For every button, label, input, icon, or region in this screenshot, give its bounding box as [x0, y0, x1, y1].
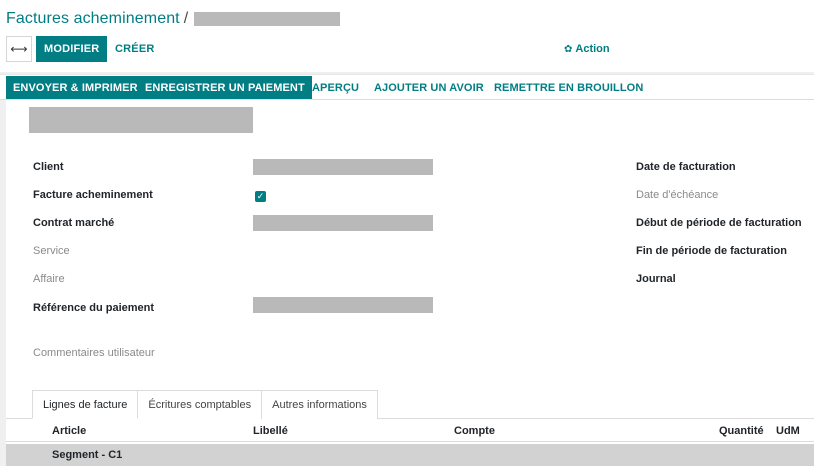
- column-uom[interactable]: UdM: [776, 420, 800, 442]
- tab-other-info[interactable]: Autres informations: [261, 390, 378, 419]
- payment-reference-value-redacted[interactable]: [253, 297, 433, 313]
- column-account[interactable]: Compte: [454, 420, 495, 442]
- column-quantity[interactable]: Quantité: [719, 420, 764, 442]
- expand-toggle-button[interactable]: ⟷: [6, 36, 32, 62]
- tab-invoice-lines[interactable]: Lignes de facture: [32, 390, 139, 419]
- billing-period-start-label: Début de période de facturation: [636, 217, 802, 229]
- user-comments-label: Commentaires utilisateur: [33, 347, 155, 359]
- business-label: Affaire: [33, 273, 65, 285]
- section-label: Segment - C1: [52, 449, 123, 461]
- billing-period-end-label: Fin de période de facturation: [636, 245, 787, 257]
- edit-button[interactable]: MODIFIER: [36, 36, 108, 62]
- register-payment-button[interactable]: ENREGISTRER UN PAIEMENT: [138, 76, 312, 99]
- preview-button[interactable]: APERÇU: [312, 76, 359, 99]
- action-dropdown[interactable]: ✿ Action: [564, 36, 610, 62]
- breadcrumb-separator: /: [183, 10, 189, 27]
- control-panel: Factures acheminement / ⟷ MODIFIER CRÉER…: [0, 0, 814, 72]
- routing-invoice-checkbox[interactable]: ✓: [255, 191, 266, 202]
- breadcrumb-parent-link[interactable]: Factures acheminement: [6, 10, 180, 28]
- column-label[interactable]: Libellé: [253, 420, 288, 442]
- control-panel-buttons: ⟷ MODIFIER CRÉER ✿ Action: [0, 36, 814, 62]
- service-label: Service: [33, 245, 70, 257]
- journal-label: Journal: [636, 273, 676, 285]
- invoice-number-redacted: [29, 107, 253, 133]
- breadcrumb-record-name-redacted: [194, 12, 341, 26]
- market-contract-value-redacted[interactable]: [253, 215, 433, 231]
- create-button[interactable]: CRÉER: [115, 36, 155, 62]
- payment-reference-label: Référence du paiement: [33, 302, 155, 314]
- breadcrumb: Factures acheminement /: [6, 8, 341, 30]
- tab-journal-items[interactable]: Écritures comptables: [137, 390, 263, 419]
- gear-icon: ✿: [564, 43, 573, 55]
- column-article[interactable]: Article: [52, 420, 86, 442]
- client-label: Client: [33, 161, 64, 173]
- client-value-redacted[interactable]: [253, 159, 433, 175]
- form-statusbar: ENVOYER & IMPRIMER ENREGISTRER UN PAIEME…: [0, 74, 814, 100]
- send-and-print-button[interactable]: ENVOYER & IMPRIMER: [6, 76, 145, 99]
- add-credit-note-button[interactable]: AJOUTER UN AVOIR: [374, 76, 484, 99]
- invoice-date-label: Date de facturation: [636, 161, 736, 173]
- table-section-row[interactable]: Segment - C1: [6, 444, 814, 466]
- notebook-tabs: Lignes de facture Écritures comptables A…: [32, 390, 378, 419]
- due-date-label: Date d'échéance: [636, 189, 719, 201]
- routing-invoice-label: Facture acheminement: [33, 189, 153, 201]
- action-label: Action: [575, 43, 610, 55]
- form-sheet: Client Facture acheminement ✓ Contrat ma…: [6, 100, 814, 466]
- market-contract-label: Contrat marché: [33, 217, 115, 229]
- expand-arrows-icon: ⟷: [10, 42, 28, 56]
- reset-to-draft-button[interactable]: REMETTRE EN BROUILLON: [494, 76, 643, 99]
- invoice-lines-header: Article Libellé Compte Quantité UdM: [6, 420, 814, 442]
